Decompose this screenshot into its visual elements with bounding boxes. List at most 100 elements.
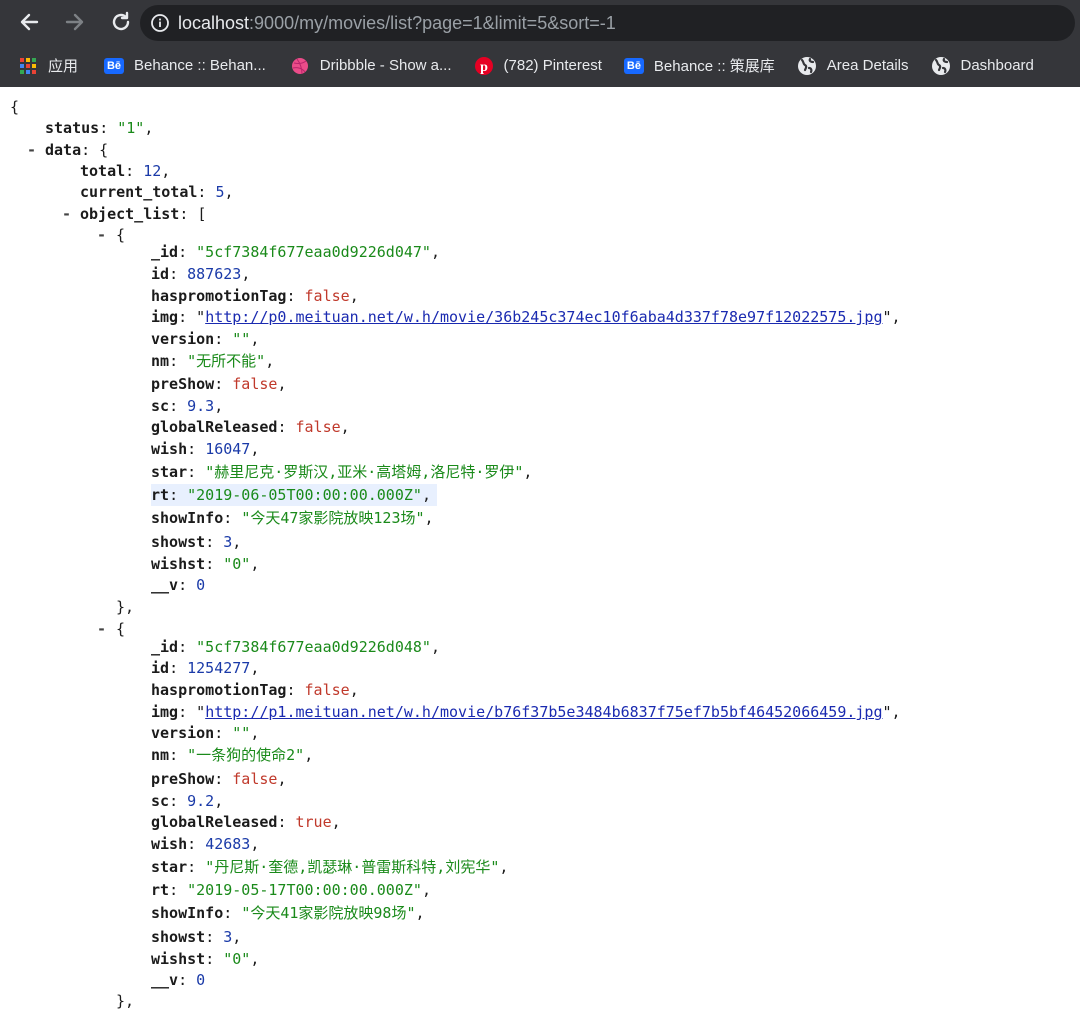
json-value: "5cf7384f677eaa0d9226d048"	[196, 638, 431, 656]
json-value: "1"	[117, 119, 145, 137]
json-row: star: "丹尼斯·奎德,凯瑟琳·普雷斯科特,刘宪华",	[151, 858, 509, 876]
json-brace: {	[116, 226, 126, 244]
json-value: "丹尼斯·奎德,凯瑟琳·普雷斯科特,刘宪华"	[205, 858, 500, 876]
json-value: "今天47家影院放映123场"	[241, 509, 425, 527]
bookmark-label: Behance :: 策展库	[653, 58, 775, 75]
json-row: sc: 9.2,	[151, 792, 224, 810]
globe-icon	[931, 56, 951, 76]
url-text[interactable]: localhost:9000/my/movies/list?page=1&lim…	[178, 13, 616, 34]
json-row: img: "http://p0.meituan.net/w.h/movie/36…	[151, 308, 901, 326]
json-row: star: "赫里尼克·罗斯汉,亚米·高塔姆,洛尼特·罗伊",	[151, 463, 533, 481]
json-value: 0	[196, 971, 206, 989]
json-value: 9.2	[187, 792, 215, 810]
behance-icon: Bē	[623, 56, 644, 76]
apps-grid-icon	[18, 56, 38, 76]
arrow-right-icon	[65, 13, 84, 31]
json-value: 16047	[205, 440, 251, 458]
json-value: 42683	[205, 835, 251, 853]
json-value: "今天41家影院放映98场"	[241, 904, 416, 922]
bookmark-label: Dribbble - Show a...	[319, 57, 452, 74]
json-value: 5	[215, 183, 225, 201]
pinterest-icon: p	[474, 56, 494, 76]
bookmark-dashboard[interactable]: Dashboard	[923, 51, 1042, 81]
json-row: showInfo: "今天41家影院放映98场",	[151, 904, 425, 922]
collapse-toggle[interactable]: -	[27, 139, 36, 161]
bookmark-behance-curated[interactable]: Bē Behance :: 策展库	[616, 51, 783, 81]
bookmark-apps[interactable]: 应用	[10, 51, 86, 81]
json-value: 887623	[187, 265, 242, 283]
dribbble-icon	[290, 56, 310, 76]
json-row: __v: 0	[151, 971, 206, 989]
browser-chrome: localhost:9000/my/movies/list?page=1&lim…	[0, 0, 1080, 87]
json-value: "0"	[223, 555, 251, 573]
json-viewer: { status: "1", - data: { total: 12, curr…	[0, 87, 1080, 1014]
forward-button[interactable]	[56, 3, 94, 41]
json-row: wish: 42683,	[151, 835, 260, 853]
json-row: nm: "一条狗的使命2",	[151, 746, 314, 764]
json-value: "0"	[223, 950, 251, 968]
json-row-object-list: object_list: [	[80, 205, 207, 223]
json-link[interactable]: http://p1.meituan.net/w.h/movie/b76f37b5…	[205, 703, 882, 721]
json-value: false	[232, 375, 278, 393]
json-value: "无所不能"	[187, 352, 266, 370]
bookmark-area-details[interactable]: Area Details	[789, 51, 917, 81]
bookmark-dribbble[interactable]: Dribbble - Show a...	[282, 51, 460, 81]
json-value: "2019-06-05T00:00:00.000Z"	[187, 486, 422, 504]
info-icon[interactable]	[150, 13, 170, 33]
json-row: version: "",	[151, 724, 260, 742]
json-value: "赫里尼克·罗斯汉,亚米·高塔姆,洛尼特·罗伊"	[205, 463, 524, 481]
json-row: _id: "5cf7384f677eaa0d9226d047",	[151, 243, 440, 261]
json-row: wishst: "0",	[151, 555, 260, 573]
json-value: "2019-05-17T00:00:00.000Z"	[187, 881, 422, 899]
collapse-toggle[interactable]: -	[97, 224, 106, 246]
json-row: wishst: "0",	[151, 950, 260, 968]
collapse-toggle[interactable]: -	[62, 203, 71, 225]
json-value: "一条狗的使命2"	[187, 746, 305, 764]
json-brace: },	[116, 992, 135, 1010]
bookmarks-bar: 应用 Bē Behance :: Behan... Dribbble - Sho…	[0, 44, 1080, 87]
arrow-left-icon	[20, 13, 39, 31]
bookmark-label: 应用	[48, 58, 79, 75]
json-row: nm: "无所不能",	[151, 352, 275, 370]
reload-button[interactable]	[102, 3, 140, 41]
json-value: false	[295, 418, 341, 436]
json-value: false	[232, 770, 278, 788]
bookmark-label: Dashboard	[960, 57, 1034, 74]
svg-text:p: p	[480, 60, 488, 75]
bookmark-label: Area Details	[826, 57, 909, 74]
back-button[interactable]	[10, 3, 48, 41]
json-row: preShow: false,	[151, 770, 287, 788]
bookmark-behance[interactable]: Bē Behance :: Behan...	[96, 51, 274, 81]
address-bar[interactable]: localhost:9000/my/movies/list?page=1&lim…	[140, 5, 1075, 41]
url-host: localhost	[178, 12, 250, 33]
json-row: globalReleased: true,	[151, 813, 341, 831]
json-row: wish: 16047,	[151, 440, 260, 458]
json-value: 12	[143, 162, 162, 180]
json-row: id: 1254277,	[151, 659, 260, 677]
json-row-total: total: 12,	[80, 162, 171, 180]
globe-icon	[797, 56, 817, 76]
json-row: img: "http://p1.meituan.net/w.h/movie/b7…	[151, 703, 901, 721]
json-row-status: status: "1",	[45, 119, 154, 137]
reload-icon	[112, 11, 130, 31]
json-row: haspromotionTag: false,	[151, 681, 359, 699]
json-row: showst: 3,	[151, 928, 242, 946]
bookmark-pinterest[interactable]: p (782) Pinterest	[466, 51, 610, 81]
json-value: 3	[223, 533, 233, 551]
json-row: preShow: false,	[151, 375, 287, 393]
json-value: 9.3	[187, 397, 215, 415]
json-value: 1254277	[187, 659, 251, 677]
json-link[interactable]: http://p0.meituan.net/w.h/movie/36b245c3…	[205, 308, 882, 326]
url-path: :9000/my/movies/list?page=1&limit=5&sort…	[249, 12, 616, 33]
json-value: false	[304, 287, 350, 305]
json-value: ""	[232, 724, 251, 742]
json-row: sc: 9.3,	[151, 397, 224, 415]
collapse-toggle[interactable]: -	[97, 618, 106, 640]
json-value: false	[304, 681, 350, 699]
json-row: version: "",	[151, 330, 260, 348]
json-row-current-total: current_total: 5,	[80, 183, 234, 201]
json-row: _id: "5cf7384f677eaa0d9226d048",	[151, 638, 440, 656]
json-brace: {	[10, 98, 20, 116]
json-row: haspromotionTag: false,	[151, 287, 359, 305]
json-brace: {	[116, 620, 126, 638]
